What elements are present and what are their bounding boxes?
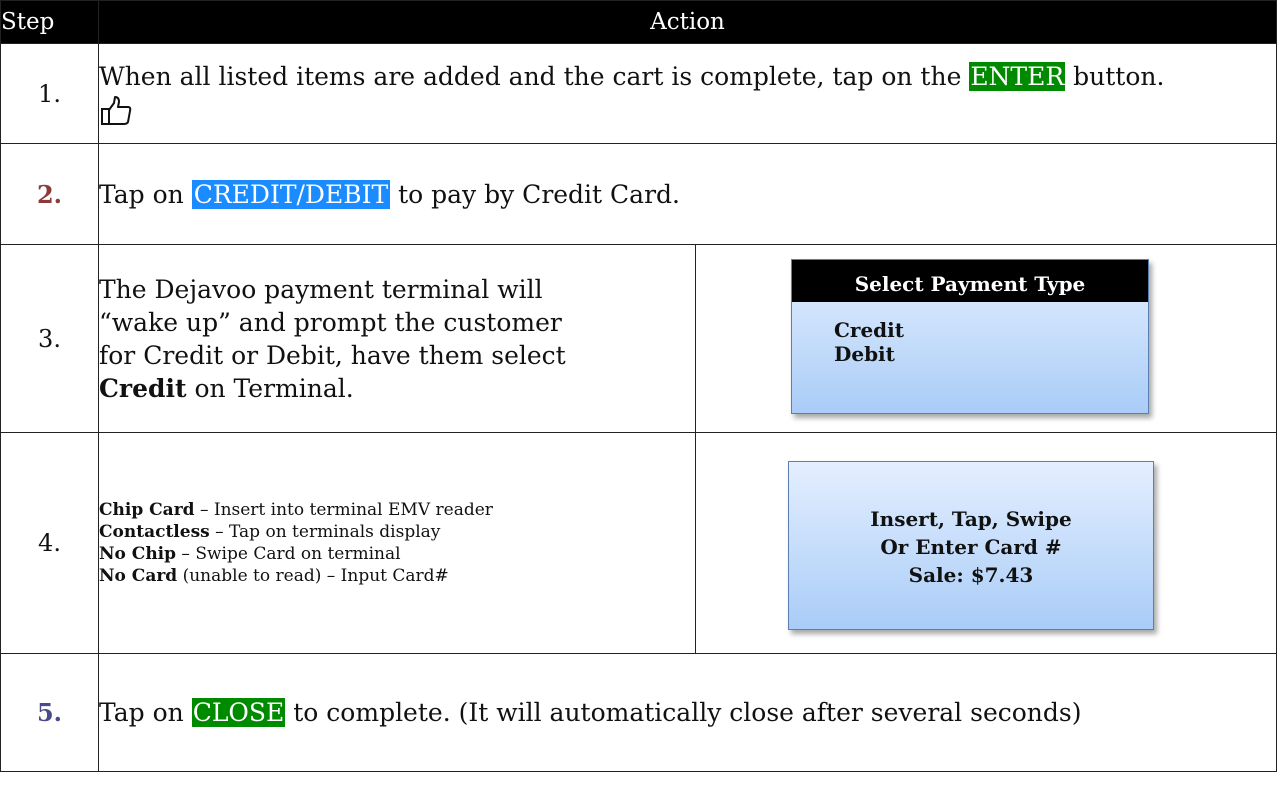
sale-amount: Sale: $7.43 (908, 563, 1034, 587)
terminal-screen-cell: Insert, Tap, Swipe Or Enter Card # Sale:… (695, 432, 1277, 654)
table-row: 4. Chip Card – Insert into terminal EMV … (0, 432, 1277, 654)
step-number: 3. (0, 244, 99, 433)
step-4-action: Chip Card – Insert into terminal EMV rea… (98, 432, 696, 654)
list-item: No Chip – Swipe Card on terminal (99, 544, 401, 564)
table-row: 1. When all listed items are added and t… (0, 43, 1277, 144)
step-5-action: Tap on CLOSE to complete. (It will autom… (98, 653, 1277, 772)
step-number: 5. (0, 653, 99, 772)
table-row: 3. The Dejavoo payment terminal will “wa… (0, 244, 1277, 433)
terminal-screen-title: Select Payment Type (792, 260, 1148, 302)
step-text: to complete. (It will automatically clos… (285, 698, 1082, 727)
step-text: Tap on (99, 698, 192, 727)
credit-debit-highlight: CREDIT/DEBIT (191, 179, 391, 209)
step-text: to pay by Credit Card. (390, 179, 680, 209)
thumbs-up-icon (101, 96, 132, 125)
step-1-action: When all listed items are added and the … (98, 43, 1277, 144)
list-item: Chip Card – Insert into terminal EMV rea… (99, 500, 493, 520)
instructions-table: Step Action 1. When all listed items are… (0, 0, 1277, 772)
step-text: “wake up” and prompt the customer (99, 307, 562, 337)
step-number: 2. (0, 143, 99, 245)
step-text: for Credit or Debit, have them select (99, 340, 566, 370)
action-column-header: Action (98, 0, 1277, 44)
step-text: The Dejavoo payment terminal will (99, 274, 543, 304)
step-2-action: Tap on CREDIT/DEBIT to pay by Credit Car… (98, 143, 1277, 245)
terminal-screen-line: Or Enter Card # (880, 535, 1062, 559)
enter-highlight: ENTER (969, 62, 1066, 91)
step-text: When all listed items are added and the … (99, 62, 970, 91)
list-item: Contactless – Tap on terminals display (99, 522, 441, 542)
terminal-screen-line: Insert, Tap, Swipe (870, 507, 1072, 531)
step-text: button. (1065, 62, 1165, 91)
table-row: 5. Tap on CLOSE to complete. (It will au… (0, 653, 1277, 772)
table-header-row: Step Action (0, 0, 1277, 44)
step-text: Tap on (99, 179, 192, 209)
step-column-header: Step (0, 0, 99, 44)
step-bold-text: Credit (99, 373, 187, 403)
terminal-payment-type-screen: Select Payment Type Credit Debit (791, 259, 1149, 414)
terminal-insert-card-screen: Insert, Tap, Swipe Or Enter Card # Sale:… (788, 461, 1154, 630)
close-highlight: CLOSE (191, 698, 286, 727)
table-row: 2. Tap on CREDIT/DEBIT to pay by Credit … (0, 143, 1277, 245)
terminal-screen-cell: Select Payment Type Credit Debit (695, 244, 1277, 433)
list-item: No Card (unable to read) – Input Card# (99, 566, 449, 586)
credit-option: Credit (834, 318, 904, 342)
step-number: 1. (0, 43, 99, 144)
debit-option: Debit (834, 342, 895, 366)
step-text: on Terminal. (186, 373, 354, 403)
step-3-action: The Dejavoo payment terminal will “wake … (98, 244, 696, 433)
step-number: 4. (0, 432, 99, 654)
